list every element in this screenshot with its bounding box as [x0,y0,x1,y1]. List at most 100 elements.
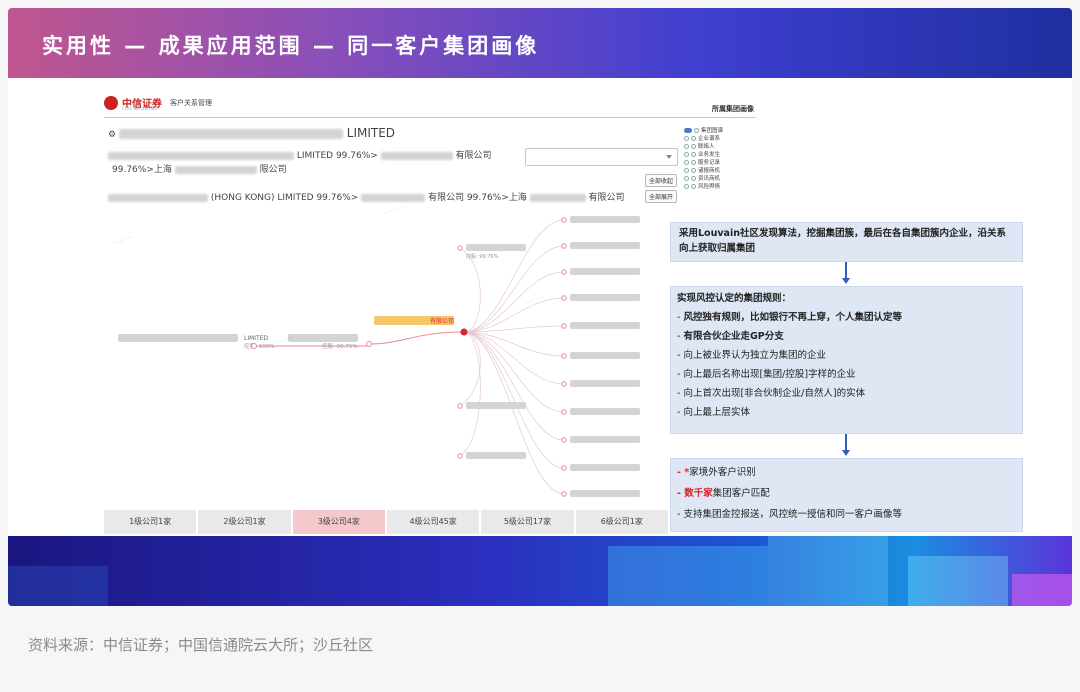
redacted-text [108,193,208,202]
graph-node[interactable] [561,295,567,301]
entity-name-suffix: LIMITED [346,126,396,140]
redacted-text [108,151,294,160]
banner-title: 实用性 — 成果应用范围 — 同一客户集团画像 [42,34,540,58]
graph-node[interactable] [561,243,567,249]
redacted-text [570,322,640,329]
rule-text: 有限合伙企业走GP分支 [683,331,784,342]
tab-level-5[interactable]: 5级公司17家 [481,510,576,534]
result-item: - *家境外客户识别 [677,465,1016,480]
redacted-text [570,268,640,275]
rule-item: - 有限合伙企业走GP分支 [677,329,1016,344]
graph-node[interactable] [366,341,372,347]
rule-text: 风控独有规则，比如银行不再上穿，个人集团认定等 [683,312,902,323]
ownership-path-2: 99.76%>上海 限公司 [112,162,287,175]
result-item: - 支持集团金控报送，风控统一授信和同一客户画像等 [677,507,1016,522]
flow-step-2-title: 实现风控认定的集团规则： [677,293,792,304]
legend-item[interactable]: 业务发生 [684,150,760,158]
radio-icon[interactable] [691,160,696,165]
radio-icon[interactable] [691,152,696,157]
flow-step-3: - *家境外客户识别 - 数千家集团客户匹配 - 支持集团金控报送，风控统一授信… [670,458,1023,532]
redacted-text [466,244,526,251]
legend-item[interactable]: 风险舆情 [684,182,760,190]
radio-icon[interactable] [684,152,689,157]
legend-item[interactable]: 资讯商机 [684,174,760,182]
graph-node[interactable] [561,323,567,329]
graph-node[interactable] [561,437,567,443]
tab-level-2[interactable]: 2级公司1家 [198,510,293,534]
root-label: LIMITED [244,335,269,342]
radio-icon[interactable] [691,184,696,189]
legend-item[interactable]: 诸报商机 [684,166,760,174]
flow-step-2: 实现风控认定的集团规则： - 风控独有规则，比如银行不再上穿，个人集团认定等 -… [670,286,1023,434]
rule-text: 向上首次出现[非合伙制企业/自然人]的实体 [683,388,866,399]
tab-level-4[interactable]: 4级公司45家 [386,510,482,534]
redacted-text [570,490,640,497]
ownership-graph[interactable]: LIMITED 控股: 100% 控股: 99.76% 有限公司 控股: 99.… [104,206,664,506]
redacted-text [288,334,358,342]
citic-logo-icon [104,96,118,110]
graph-edge [459,331,481,407]
app-topbar: 中信证券 CITIC SECURITIES 客户关系管理 [104,90,704,114]
radio-icon[interactable] [684,176,689,181]
group-panel-title: 所属集团画像 [712,105,754,113]
radio-icon[interactable] [684,144,689,149]
expand-all-button[interactable]: 全部展开 [645,190,678,203]
collapse-all-button[interactable]: 全部收起 [645,174,678,187]
rule-text: 向上被业界认为独立为集团的企业 [683,350,826,361]
result-highlight: 数千家 [684,488,713,499]
redacted-text [361,193,426,202]
child-pct: 控股: 99.76% [466,253,499,260]
legend-label: 风险舆情 [698,184,721,190]
radio-icon[interactable] [684,168,689,173]
radio-icon[interactable] [691,136,696,141]
graph-node[interactable] [561,409,567,415]
flow-step-1-text: 采用Louvain社区发现算法，挖掘集团簇，最后在各自集团簇内企业，沿关系向上获… [679,228,1006,254]
graph-node[interactable] [561,491,567,497]
entity-title: ⚙ LIMITED [108,126,395,140]
decorative-block [768,536,888,606]
radio-icon[interactable] [694,128,699,133]
graph-node[interactable] [561,381,567,387]
ownership-path-1: LIMITED 99.76%> 有限公司 [108,148,492,161]
graph-node[interactable] [457,403,463,409]
radio-icon[interactable] [684,184,689,189]
legend-item[interactable]: 联络人 [684,142,760,150]
graph-node[interactable] [457,245,463,251]
graph-node[interactable] [457,453,463,459]
graph-node[interactable] [561,465,567,471]
ownership-text: 有限公司 99.76%>上海 [428,193,527,203]
graph-node-selected[interactable] [460,328,468,336]
redacted-text [570,216,640,223]
slide-card: 实用性 — 成果应用范围 — 同一客户集团画像 中信证券 CITIC SECUR… [8,8,1072,606]
group-icon: ⚙ [108,130,119,140]
tab-level-1[interactable]: 1级公司1家 [104,510,199,534]
tab-level-6[interactable]: 6级公司1家 [575,510,670,534]
legend-item[interactable]: 企业谱系 [684,134,760,142]
radio-icon[interactable] [691,176,696,181]
rule-item: - 向上最上层实体 [677,405,1016,420]
rule-text: 向上最后名称出现[集团/控股]字样的企业 [683,369,856,380]
radio-icon[interactable] [684,160,689,165]
redacted-text [118,334,238,342]
redacted-text [570,408,640,415]
group-select[interactable] [525,148,678,166]
graph-node[interactable] [561,353,567,359]
redacted-text [570,436,640,443]
redacted-text [118,128,343,139]
radio-icon[interactable] [684,136,689,141]
arrow-head-icon [842,450,850,456]
radio-icon[interactable] [691,144,696,149]
rule-item: - 向上首次出现[非合伙制企业/自然人]的实体 [677,386,1016,401]
ownership-text: (HONG KONG) LIMITED 99.76%> [210,193,359,203]
tab-level-3[interactable]: 3级公司4家 [292,510,387,534]
radio-icon[interactable] [691,168,696,173]
graph-node[interactable] [561,217,567,223]
mid-pct: 控股: 99.76% [322,342,358,350]
graph-node[interactable] [251,343,257,349]
redacted-text [380,151,453,160]
graph-node[interactable] [561,269,567,275]
legend-item[interactable]: 服务记录 [684,158,760,166]
chevron-down-icon [666,155,672,159]
toggle-icon[interactable] [684,128,692,133]
legend-item[interactable]: 集团图谱 [684,126,760,134]
